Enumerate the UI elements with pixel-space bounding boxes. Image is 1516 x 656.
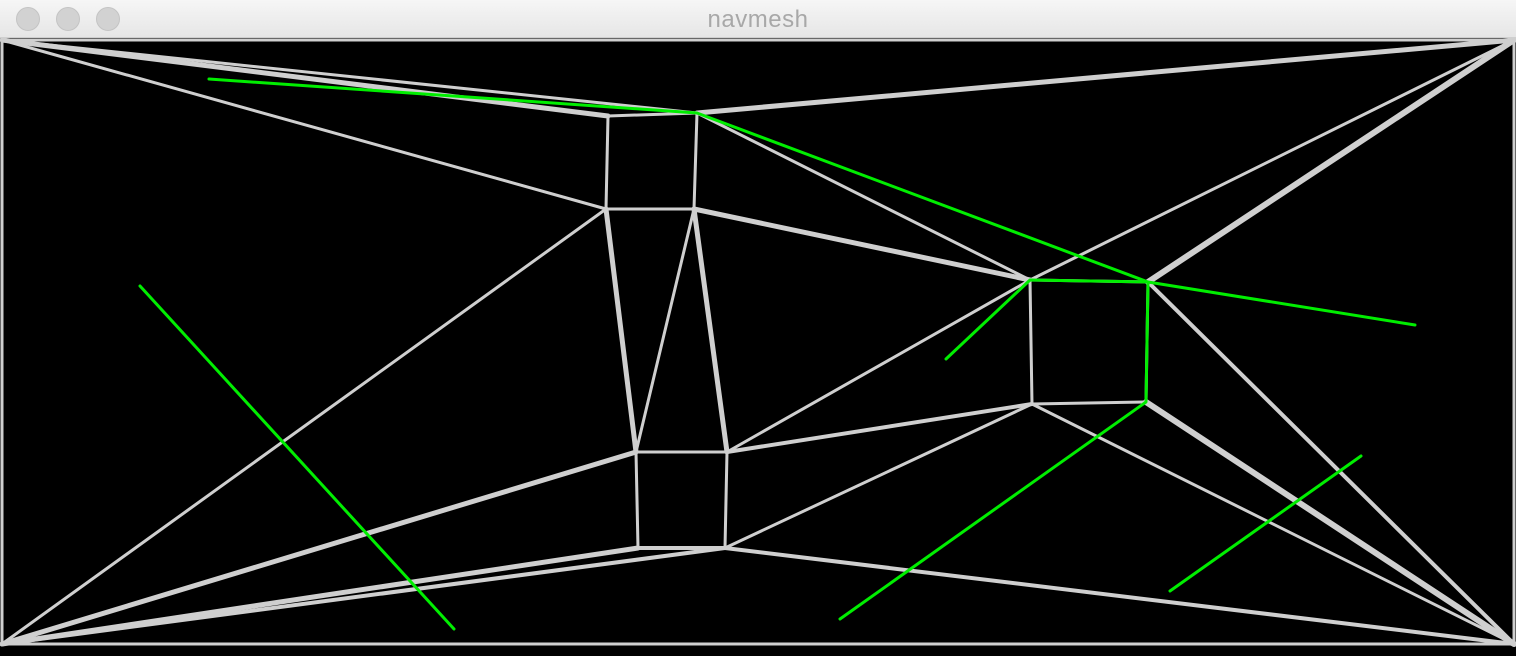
mesh-edge [723, 450, 729, 550]
mesh-edge [634, 450, 640, 550]
mesh-edge [1028, 278, 1034, 406]
navmesh-canvas[interactable] [0, 38, 1516, 656]
window-title: navmesh [707, 6, 809, 33]
mesh-edge [1030, 400, 1148, 406]
app-window: navmesh [0, 0, 1516, 656]
navmesh-drawing [0, 38, 1516, 656]
title-bar[interactable]: navmesh [0, 0, 1516, 38]
mesh-edge [604, 114, 610, 211]
